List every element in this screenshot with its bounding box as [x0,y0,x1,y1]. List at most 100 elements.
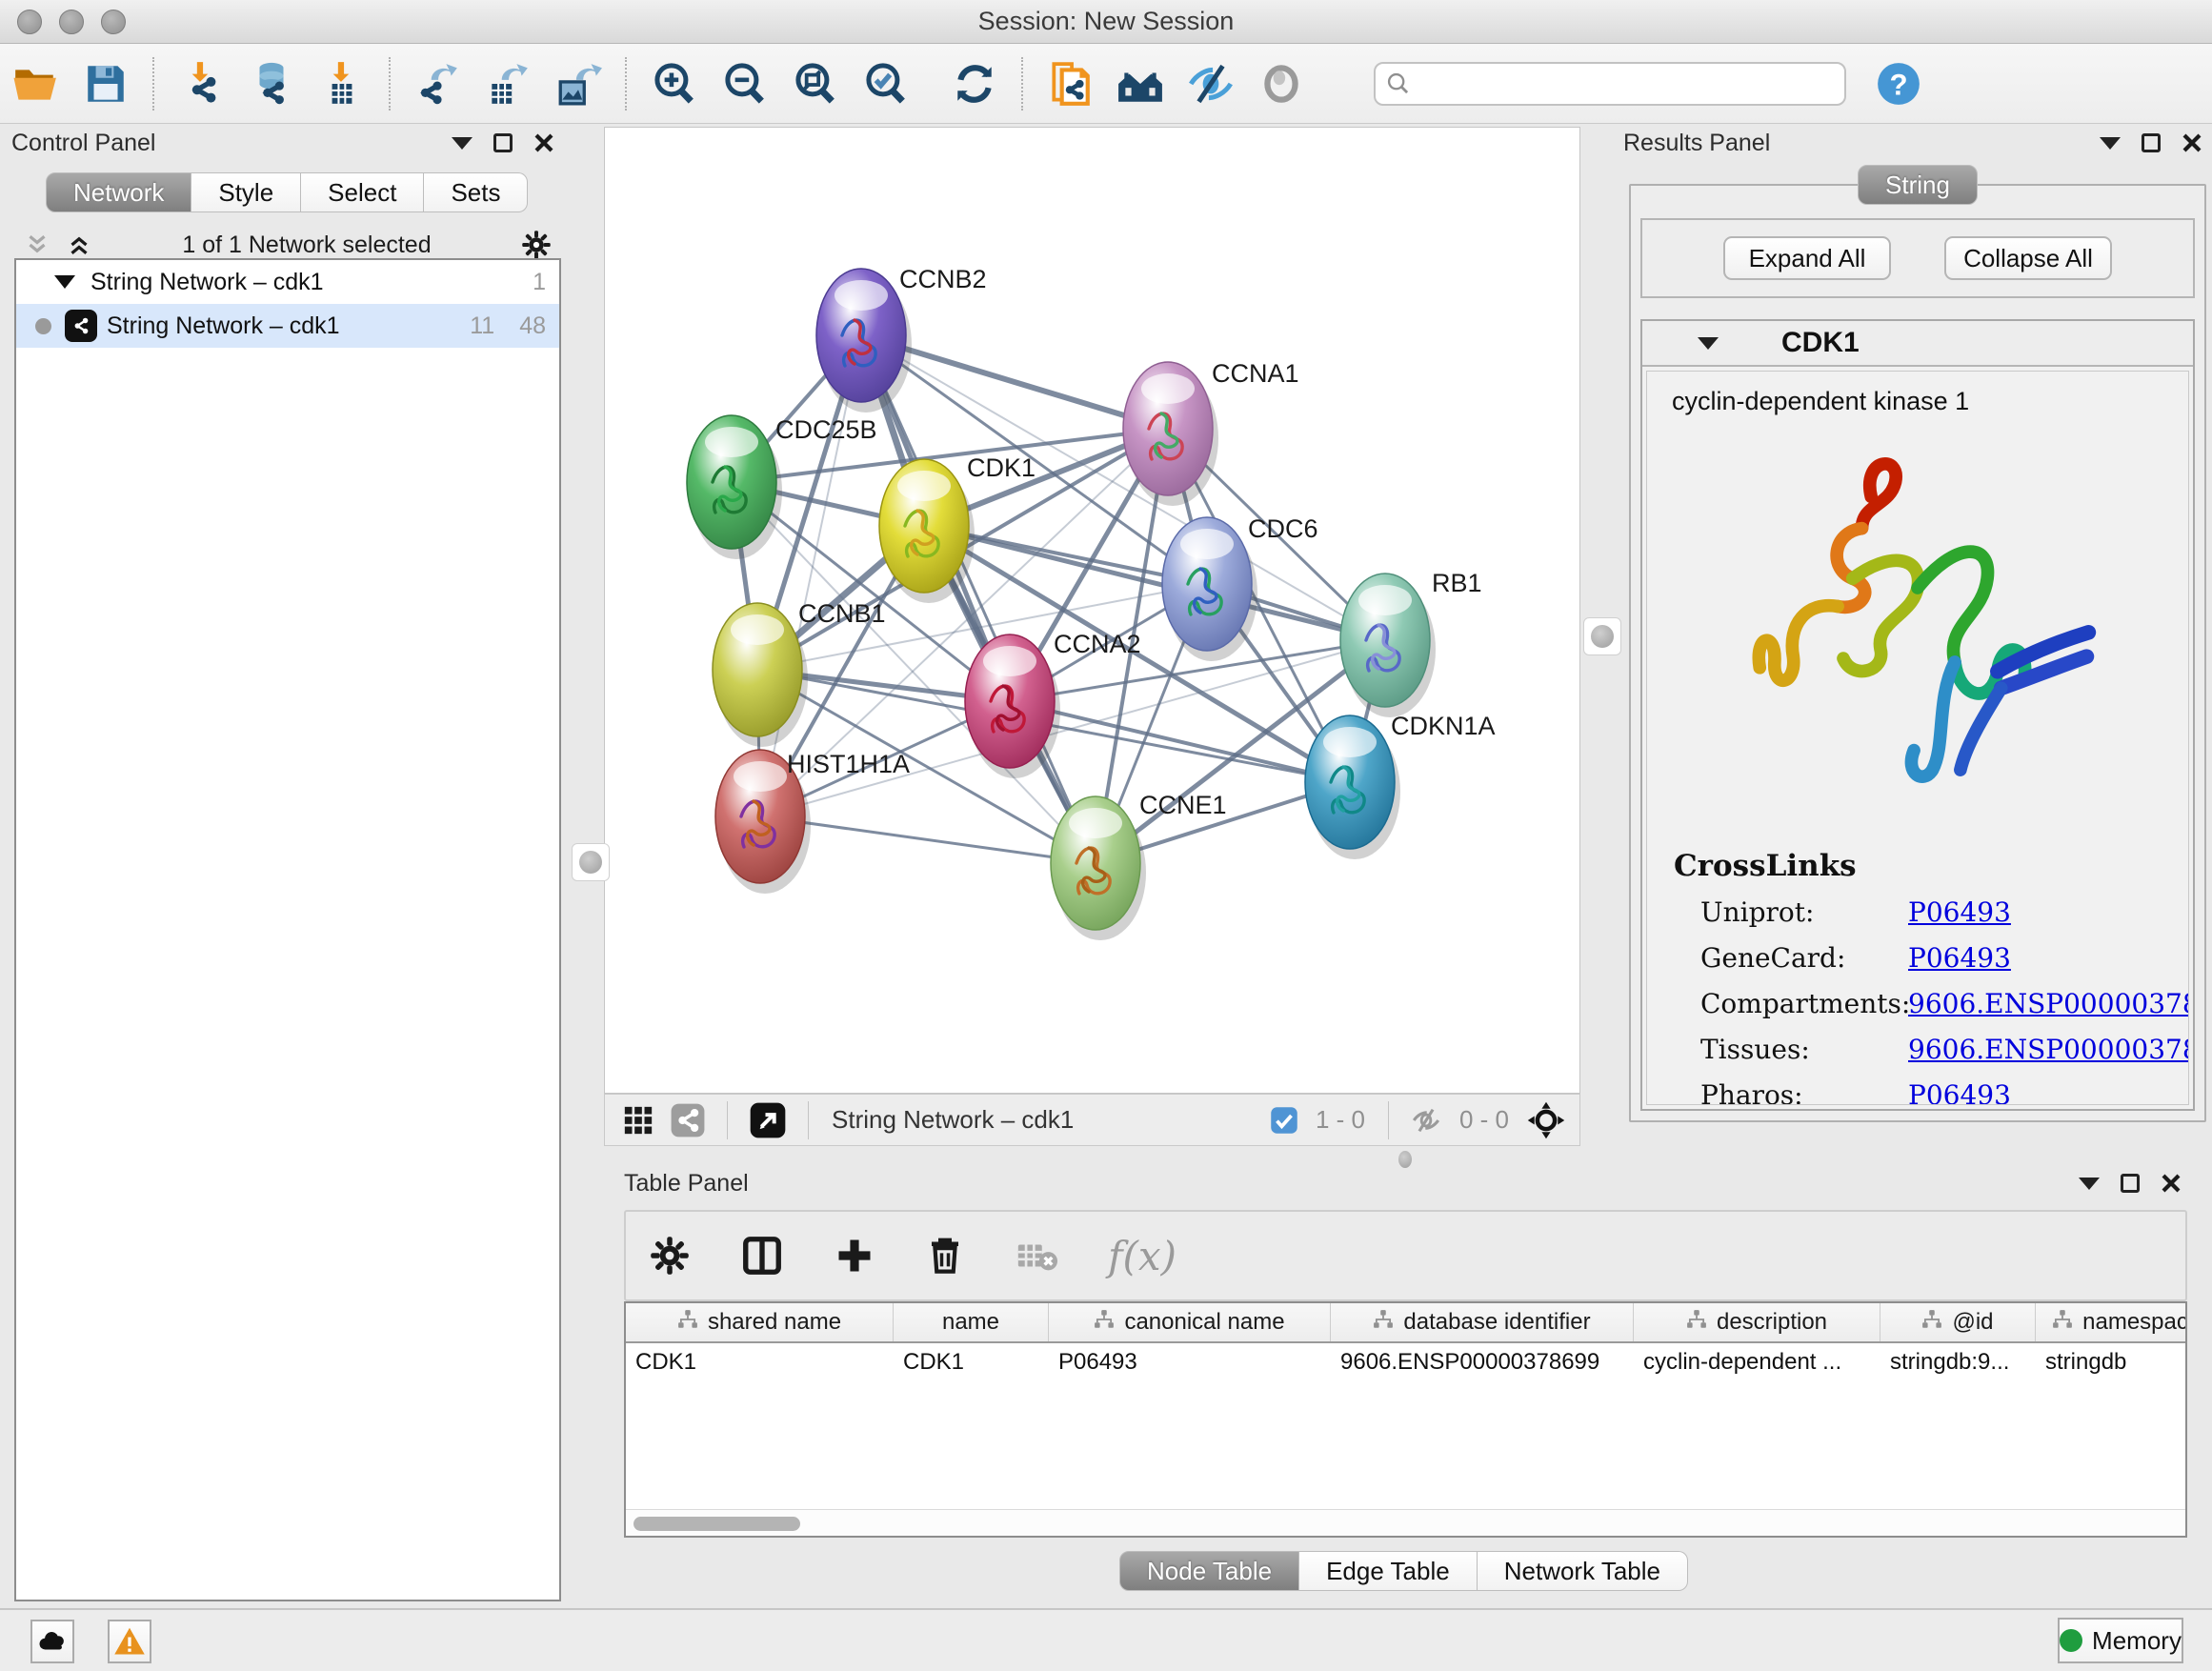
network-collection-row[interactable]: String Network – cdk1 1 [16,260,559,304]
float-panel-icon[interactable] [2100,137,2121,150]
horizontal-scrollbar[interactable] [626,1509,2185,1536]
collection-expander-icon[interactable] [54,275,75,289]
maximize-panel-icon[interactable] [2142,133,2161,152]
network-node[interactable] [1051,796,1146,940]
copy-to-clipboard-button[interactable] [1040,54,1099,113]
network-view[interactable]: CCNB2CCNA1CDC25BCDK1CDC6RB1CCNB1CCNA2CDK… [604,127,1580,1094]
crosslink-value-link[interactable]: P06493 [1908,896,2011,929]
help-button[interactable]: ? [1869,54,1928,113]
tab-node-table[interactable]: Node Table [1119,1551,1299,1591]
column-header-@id[interactable]: @id [1880,1303,2036,1341]
column-header-canonical-name[interactable]: canonical name [1049,1303,1331,1341]
options-gear-icon[interactable] [520,229,553,261]
import-network-from-file-button[interactable] [171,54,231,113]
birds-eye-grid-icon[interactable] [622,1104,654,1137]
memory-label: Memory [2092,1626,2182,1656]
column-header-namespac[interactable]: namespac [2036,1303,2187,1341]
table-cell[interactable]: CDK1 [626,1343,894,1383]
network-edge[interactable] [861,335,1096,863]
right-splitter-handle[interactable] [1583,617,1621,655]
close-panel-icon[interactable] [533,132,554,153]
table-cell[interactable]: P06493 [1049,1343,1331,1383]
add-column-icon[interactable] [834,1235,875,1277]
table-cell[interactable]: stringdb:9... [1880,1343,2036,1383]
open-session-button[interactable] [6,54,65,113]
refresh-button[interactable] [945,54,1004,113]
network-node[interactable] [1162,517,1257,661]
network-node[interactable] [687,415,782,559]
crosslink-value-link[interactable]: 9606.ENSP00000378699 [1908,988,2189,1020]
table-options-gear-icon[interactable] [649,1235,691,1277]
column-header-shared-name[interactable]: shared name [626,1303,894,1341]
zoom-selected-button[interactable] [855,54,915,113]
export-network-button[interactable] [408,54,467,113]
tab-edge-table[interactable]: Edge Table [1299,1551,1478,1591]
network-node[interactable] [713,603,808,747]
maximize-panel-icon[interactable] [2121,1174,2140,1193]
cloud-status-button[interactable] [30,1620,74,1663]
column-header-database-identifier[interactable]: database identifier [1331,1303,1634,1341]
save-session-button[interactable] [76,54,135,113]
maximize-panel-icon[interactable] [493,133,513,152]
function-builder-icon[interactable]: f(x) [1108,1233,1176,1279]
float-panel-icon[interactable] [2079,1178,2100,1190]
network-node[interactable] [1305,715,1400,859]
show-all-button[interactable] [1252,54,1311,113]
delete-table-icon[interactable] [1015,1234,1058,1278]
collapse-all-button[interactable]: Collapse All [1944,236,2112,280]
network-share-icon[interactable] [670,1102,706,1138]
network-row[interactable]: String Network – cdk1 11 48 [16,304,559,348]
node-table[interactable]: shared namenamecanonical namedatabase id… [624,1301,2187,1538]
table-cell[interactable]: CDK1 [894,1343,1049,1383]
crosslink-value-link[interactable]: P06493 [1908,942,2011,975]
show-columns-icon[interactable] [740,1234,784,1278]
table-row[interactable]: CDK1CDK1P064939606.ENSP00000378699cyclin… [626,1343,2185,1383]
string-home-button[interactable] [1111,54,1170,113]
tab-network-table[interactable]: Network Table [1478,1551,1688,1591]
import-network-from-database-button[interactable] [242,54,301,113]
collapse-all-icon[interactable] [23,231,51,259]
expand-all-icon[interactable] [65,231,93,259]
delete-column-trash-icon[interactable] [925,1236,965,1276]
search-field[interactable] [1374,62,1846,106]
warning-status-button[interactable] [108,1620,151,1663]
table-cell[interactable]: cyclin-dependent ... [1634,1343,1880,1383]
zoom-out-button[interactable] [714,54,774,113]
protein-entry-header[interactable]: CDK1 [1642,321,2193,367]
left-splitter-handle[interactable] [572,843,610,881]
network-node[interactable] [816,269,912,413]
crosslink-value-link[interactable]: P06493 [1908,1079,2011,1105]
export-image-button[interactable] [549,54,608,113]
hidden-eye-slash-icon[interactable] [1410,1104,1442,1137]
float-panel-icon[interactable] [452,137,473,150]
close-panel-icon[interactable] [2161,1173,2182,1194]
search-input[interactable] [1412,66,1844,102]
entry-expander-icon[interactable] [1698,337,1719,350]
pan-crosshair-icon[interactable] [1526,1100,1566,1140]
tab-sets[interactable]: Sets [424,172,528,212]
network-node[interactable] [965,634,1060,778]
network-node[interactable] [1340,574,1436,717]
network-edge[interactable] [760,335,861,816]
tab-network[interactable]: Network [46,172,191,212]
hide-selected-button[interactable] [1181,54,1240,113]
crosslink-value-link[interactable]: 9606.ENSP00000378699 [1908,1034,2189,1066]
network-edge[interactable] [924,526,1385,640]
close-panel-icon[interactable] [2182,132,2202,153]
import-table-from-file-button[interactable] [312,54,372,113]
column-header-name[interactable]: name [894,1303,1049,1341]
expand-all-button[interactable]: Expand All [1723,236,1891,280]
tab-string[interactable]: String [1858,165,1978,205]
open-in-new-window-icon[interactable] [749,1101,787,1139]
export-table-button[interactable] [478,54,537,113]
zoom-fit-button[interactable] [785,54,844,113]
table-cell[interactable]: stringdb [2036,1343,2187,1383]
selected-checkbox-icon[interactable] [1270,1106,1298,1135]
tab-select[interactable]: Select [301,172,424,212]
scrollbar-thumb[interactable] [633,1517,800,1531]
column-header-description[interactable]: description [1634,1303,1880,1341]
memory-button[interactable]: Memory [2058,1618,2183,1663]
table-cell[interactable]: 9606.ENSP00000378699 [1331,1343,1634,1383]
zoom-in-button[interactable] [644,54,703,113]
tab-style[interactable]: Style [191,172,301,212]
